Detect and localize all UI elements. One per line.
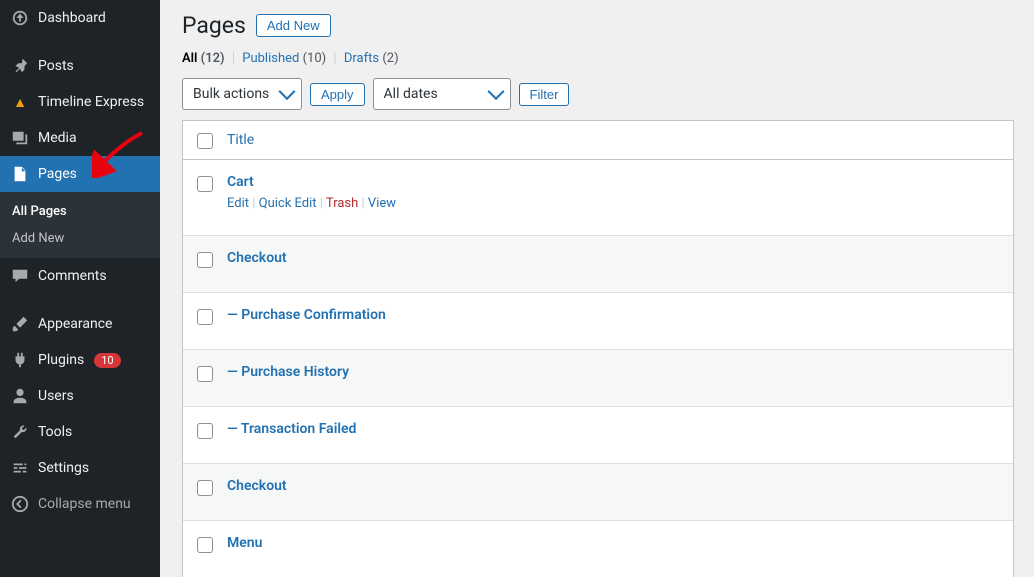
pin-icon [10,56,30,76]
comment-icon [10,266,30,286]
page-title: Pages [182,12,246,39]
sidebar-item-dashboard[interactable]: Dashboard [0,0,160,36]
user-icon [10,386,30,406]
row-checkbox[interactable] [197,176,213,192]
sidebar-item-comments[interactable]: Comments [0,258,160,294]
row-title-link[interactable]: — Purchase History [227,364,349,380]
add-new-button[interactable]: Add New [256,14,331,37]
sidebar-item-label: Tools [38,424,72,440]
row-checkbox[interactable] [197,309,213,325]
sidebar-item-timeline-express[interactable]: ▲ Timeline Express [0,84,160,120]
bulk-actions-select[interactable]: Bulk actions [182,78,302,110]
sidebar-item-label: Settings [38,460,89,476]
filter-all[interactable]: All (12) [182,51,225,66]
sidebar-item-label: Plugins [38,352,84,368]
row-actions: Edit | Quick Edit | Trash | View [227,196,396,211]
row-title-link[interactable]: Checkout [227,478,287,494]
sidebar-item-label: Dashboard [38,10,106,26]
table-row: Cart Edit | Quick Edit | Trash | View [183,160,1013,236]
sidebar-item-tools[interactable]: Tools [0,414,160,450]
sidebar-item-pages[interactable]: Pages [0,156,160,192]
table-row: — Transaction Failed [183,407,1013,464]
sidebar-item-collapse[interactable]: Collapse menu [0,486,160,522]
table-row: Menu [183,521,1013,577]
sliders-icon [10,458,30,478]
action-trash[interactable]: Trash [326,196,358,211]
row-title-link[interactable]: Menu [227,535,262,551]
table-row: Checkout [183,464,1013,521]
timeline-express-icon: ▲ [10,92,30,112]
sidebar-submenu-pages: All Pages Add New [0,192,160,258]
row-title-link[interactable]: Cart [227,174,254,190]
submenu-all-pages[interactable]: All Pages [0,198,160,225]
dashboard-icon [10,8,30,28]
select-all-checkbox[interactable] [197,133,213,149]
row-title-link[interactable]: — Transaction Failed [227,421,356,437]
sidebar-item-label: Appearance [38,316,112,332]
table-row: Checkout [183,236,1013,293]
page-icon [10,164,30,184]
row-checkbox[interactable] [197,366,213,382]
table-row: — Purchase Confirmation [183,293,1013,350]
sidebar-item-label: Collapse menu [38,496,131,512]
action-edit[interactable]: Edit [227,196,249,211]
admin-sidebar: Dashboard Posts ▲ Timeline Express Media… [0,0,160,577]
filter-drafts[interactable]: Drafts (2) [344,51,399,66]
collapse-icon [10,494,30,514]
row-checkbox[interactable] [197,480,213,496]
sidebar-item-label: Comments [38,268,107,284]
filter-button[interactable]: Filter [519,83,570,106]
list-toolbar: Bulk actions Apply All dates Filter [182,78,1014,110]
apply-button[interactable]: Apply [310,83,365,106]
media-icon [10,128,30,148]
submenu-add-new[interactable]: Add New [0,225,160,252]
sidebar-item-plugins[interactable]: Plugins 10 [0,342,160,378]
row-checkbox[interactable] [197,537,213,553]
pages-table: Title Cart Edit | Quick Edit | Trash | V… [182,120,1014,577]
sidebar-item-label: Media [38,130,77,146]
brush-icon [10,314,30,334]
date-filter-select[interactable]: All dates [373,78,511,110]
table-header: Title [183,121,1013,160]
sidebar-item-label: Pages [38,166,77,182]
main-content: Pages Add New All (12) | Published (10) … [160,0,1034,577]
status-filter-links: All (12) | Published (10) | Drafts (2) [182,51,1014,66]
sidebar-item-media[interactable]: Media [0,120,160,156]
table-row: — Purchase History [183,350,1013,407]
sidebar-item-label: Users [38,388,74,404]
action-quick-edit[interactable]: Quick Edit [259,196,317,211]
plug-icon [10,350,30,370]
action-view[interactable]: View [368,196,396,211]
row-title-link[interactable]: — Purchase Confirmation [227,307,386,323]
sidebar-item-label: Timeline Express [38,94,144,110]
sidebar-item-posts[interactable]: Posts [0,48,160,84]
sidebar-item-appearance[interactable]: Appearance [0,306,160,342]
plugins-update-badge: 10 [94,353,120,368]
row-checkbox[interactable] [197,252,213,268]
wrench-icon [10,422,30,442]
sidebar-item-label: Posts [38,58,74,74]
row-title-link[interactable]: Checkout [227,250,287,266]
filter-published[interactable]: Published (10) [242,51,326,66]
sidebar-item-settings[interactable]: Settings [0,450,160,486]
sidebar-item-users[interactable]: Users [0,378,160,414]
column-title[interactable]: Title [227,132,254,148]
row-checkbox[interactable] [197,423,213,439]
